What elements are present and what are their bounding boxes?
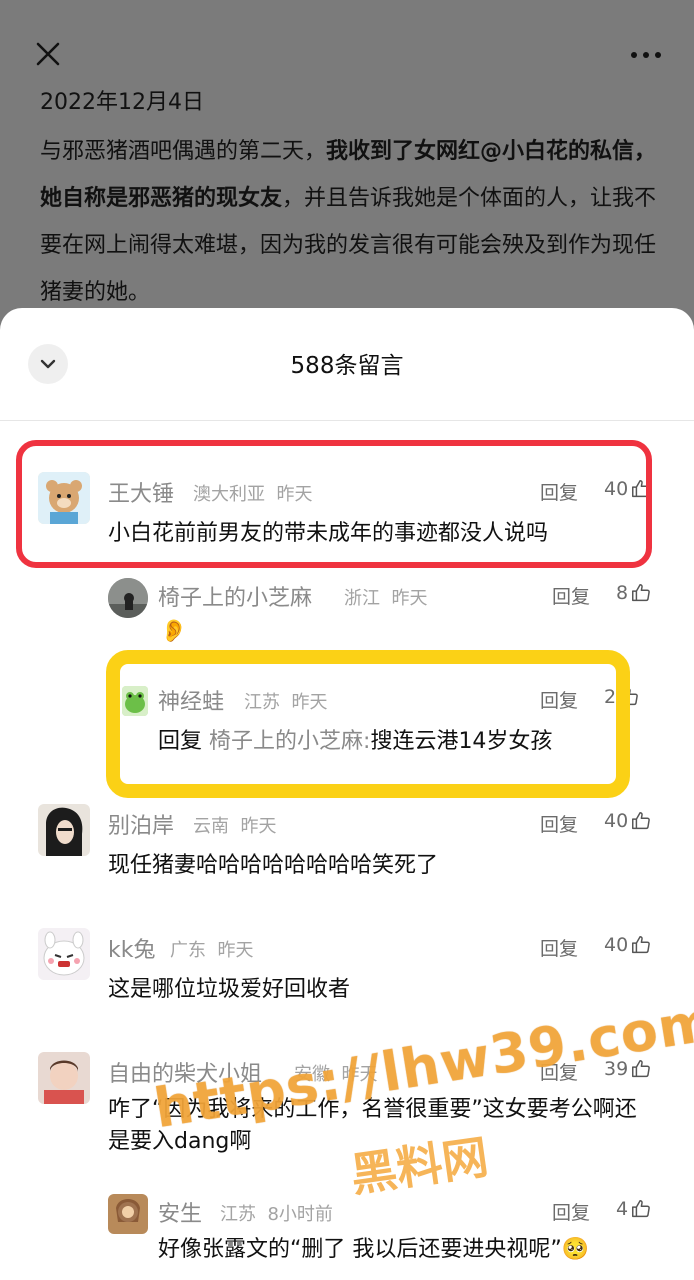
reply-button[interactable]: 回复 [552,582,590,609]
like-button[interactable]: 40 [604,934,652,956]
comment-text: 👂 [160,619,188,644]
like-button[interactable]: 40 [604,810,652,832]
comment-meta: 广东 昨天 [170,940,254,961]
more-options-icon[interactable] [628,40,664,70]
like-button[interactable]: 8 [616,582,652,604]
close-icon[interactable] [30,36,66,72]
avatar[interactable] [38,804,90,856]
username[interactable]: 别泊岸 [108,808,174,840]
thumbs-up-icon [632,1200,650,1218]
avatar[interactable] [108,1194,148,1234]
thumbs-up-icon [632,936,651,954]
username[interactable]: 安生 [158,1196,202,1228]
article-date: 2022年12月4日 [40,90,204,115]
reply-button[interactable]: 回复 [540,810,578,837]
like-button[interactable]: 4 [616,1198,652,1220]
article-paragraph: 与邪恶猪酒吧偶遇的第二天，我收到了女网红@小白花的私信，她自称是邪恶猪的现女友，… [40,139,657,305]
article-background: 2022年12月4日 与邪恶猪酒吧偶遇的第二天，我收到了女网红@小白花的私信，她… [0,0,694,330]
comment-text: 好像张露文的“删了 我以后还要进央视呢”🥺 [158,1237,590,1262]
divider [0,420,694,421]
username[interactable]: kk兔 [108,932,155,964]
avatar[interactable] [38,1052,90,1104]
highlight-box-red [16,440,652,568]
comment-meta: 云南 昨天 [193,816,277,837]
avatar[interactable] [108,578,148,618]
comments-sheet: 588条留言 王大锤 澳大利亚 昨天 回复 40 小白花前前男友的带未成年的事迹… [0,308,694,1280]
username[interactable]: 椅子上的小芝麻 [158,580,312,612]
comment-count-title: 588条留言 [290,353,404,379]
thumbs-up-icon [632,584,650,602]
reply-button[interactable]: 回复 [552,1198,590,1225]
highlight-box-yellow [106,650,630,798]
comment-text: 这是哪位垃圾爱好回收者 [108,977,351,1002]
reply-button[interactable]: 回复 [540,934,578,961]
comment-meta: 浙江 昨天 [344,588,428,609]
avatar[interactable] [38,928,90,980]
thumbs-up-icon [632,812,651,830]
comment-text: 现任猪妻哈哈哈哈哈哈哈哈笑死了 [108,853,439,878]
comment-meta: 江苏 8小时前 [220,1204,333,1225]
